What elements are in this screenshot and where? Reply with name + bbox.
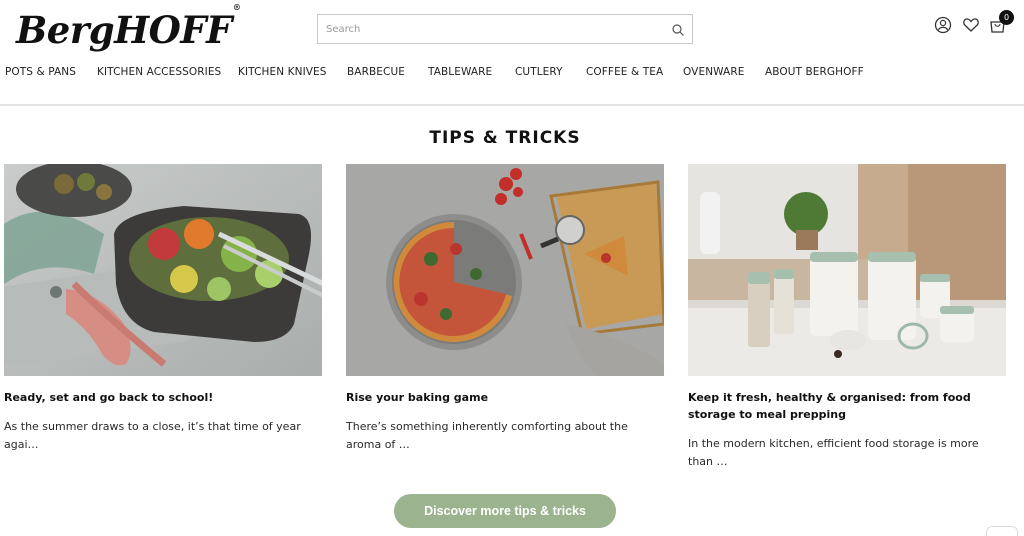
registered-mark: ®	[232, 1, 241, 12]
article-image-lunchbox[interactable]	[4, 164, 322, 376]
nav-item-pots-pans[interactable]: POTS & PANS	[5, 66, 76, 78]
article-excerpt: As the summer draws to a close, it’s tha…	[4, 420, 301, 451]
article-excerpt: In the modern kitchen, efficient food st…	[688, 437, 979, 468]
nav-item-ovenware[interactable]: OVENWARE	[683, 66, 744, 78]
article-card[interactable]: Rise your baking game There’s something …	[346, 164, 664, 454]
brand-logo[interactable]: BergHOFF®	[16, 2, 241, 52]
nav-item-coffee-tea[interactable]: COFFEE & TEA	[586, 66, 663, 78]
section-title: TIPS & TRICKS	[429, 128, 581, 148]
article-image-pizza[interactable]	[346, 164, 664, 376]
nav-item-cutlery[interactable]: CUTLERY	[515, 66, 563, 78]
discover-more-button[interactable]: Discover more tips & tricks	[394, 494, 616, 528]
search-icon[interactable]	[671, 23, 685, 37]
article-title[interactable]: Ready, set and go back to school!	[4, 389, 322, 406]
search-input[interactable]	[318, 15, 648, 43]
nav-item-about-berghoff[interactable]: ABOUT BERGHOFF	[765, 66, 864, 78]
logo-text: BergHOFF	[16, 8, 232, 52]
header-divider	[0, 104, 1024, 106]
article-card[interactable]: Ready, set and go back to school! As the…	[4, 164, 322, 454]
article-title[interactable]: Rise your baking game	[346, 389, 664, 406]
nav-item-kitchen-accessories[interactable]: KITCHEN ACCESSORIES	[97, 66, 221, 78]
article-excerpt: There’s something inherently comforting …	[346, 420, 628, 451]
account-icon[interactable]	[934, 16, 952, 34]
article-title[interactable]: Keep it fresh, healthy & organised: from…	[688, 389, 1006, 423]
heart-icon[interactable]	[962, 16, 980, 34]
cart-count-badge: 0	[999, 10, 1014, 25]
nav-item-kitchen-knives[interactable]: KITCHEN KNIVES	[238, 66, 327, 78]
article-image-food-storage[interactable]	[688, 164, 1006, 376]
nav-item-barbecue[interactable]: BARBECUE	[347, 66, 405, 78]
search-box	[317, 14, 693, 44]
article-card[interactable]: Keep it fresh, healthy & organised: from…	[688, 164, 1006, 471]
nav-item-tableware[interactable]: TABLEWARE	[428, 66, 492, 78]
scroll-to-top-tab[interactable]	[986, 526, 1018, 536]
